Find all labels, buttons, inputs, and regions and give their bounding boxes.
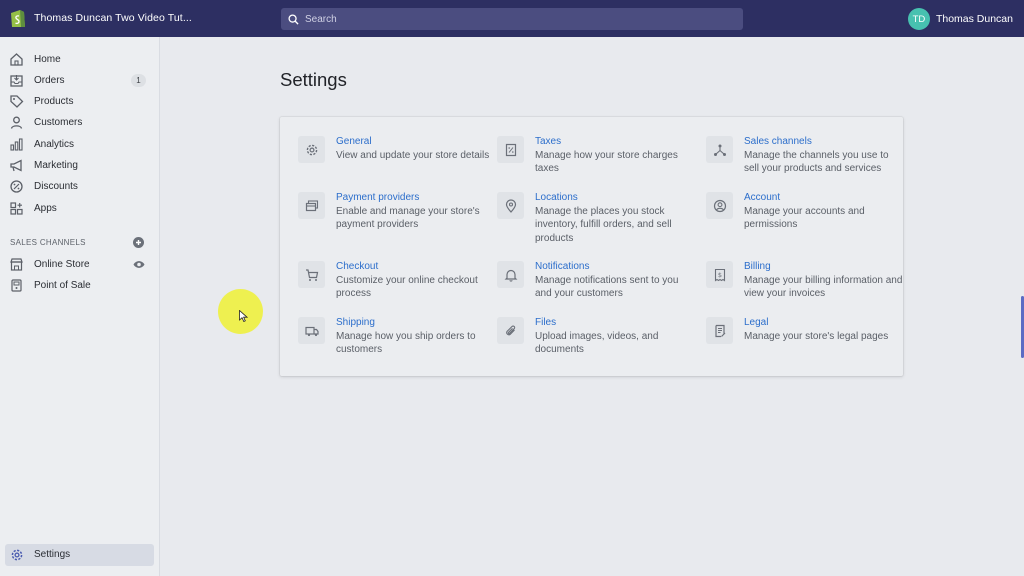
- setting-notifications[interactable]: Notifications Manage notifications sent …: [497, 261, 697, 311]
- search-icon: [288, 13, 299, 25]
- sidebar-item-orders[interactable]: Orders 1: [0, 70, 160, 91]
- setting-description: Manage how your store charges taxes: [535, 150, 678, 175]
- setting-account[interactable]: Account Manage your accounts and permiss…: [706, 192, 906, 242]
- sidebar-item-marketing[interactable]: Marketing: [0, 155, 160, 176]
- setting-title[interactable]: Checkout: [336, 261, 378, 272]
- user-name[interactable]: Thomas Duncan: [936, 13, 1013, 25]
- setting-description: Manage the places you stock inventory, f…: [535, 206, 672, 244]
- setting-title[interactable]: Payment providers: [336, 192, 419, 203]
- svg-text:$: $: [717, 271, 721, 279]
- setting-title[interactable]: General: [336, 136, 372, 147]
- pos-icon: [11, 279, 22, 292]
- bell-icon: [497, 261, 524, 288]
- setting-files[interactable]: Files Upload images, videos, and documen…: [497, 317, 697, 367]
- cart-icon: [298, 261, 325, 288]
- setting-description: Upload images, videos, and documents: [535, 331, 659, 356]
- account-icon: [706, 192, 733, 219]
- setting-description: Manage the channels you use to sell your…: [744, 150, 889, 175]
- eye-icon[interactable]: [133, 259, 145, 270]
- truck-icon: [298, 317, 325, 344]
- tag-icon: [10, 95, 24, 108]
- discount-icon: [10, 180, 23, 193]
- store-icon: [10, 258, 23, 271]
- gear-icon: [11, 549, 23, 561]
- setting-checkout[interactable]: Checkout Customize your online checkout …: [298, 261, 498, 311]
- setting-title[interactable]: Shipping: [336, 317, 375, 328]
- sidebar-item-point-of-sale[interactable]: Point of Sale: [0, 275, 160, 296]
- sidebar-item-label: Point of Sale: [34, 280, 91, 291]
- avatar[interactable]: TD: [907, 8, 930, 30]
- home-icon: [10, 53, 23, 66]
- setting-description: Manage your store's legal pages: [744, 331, 889, 342]
- sidebar: Home Orders 1 Products Customers Analyti…: [0, 37, 160, 576]
- sidebar-item-analytics[interactable]: Analytics: [0, 134, 160, 155]
- setting-sales-channels[interactable]: Sales channels Manage the channels you u…: [706, 136, 906, 186]
- setting-description: Customize your online checkout process: [336, 275, 478, 300]
- setting-title[interactable]: Files: [535, 317, 556, 328]
- sidebar-item-label: Online Store: [34, 259, 90, 270]
- sidebar-item-label: Home: [34, 54, 61, 65]
- sidebar-item-home[interactable]: Home: [0, 49, 160, 70]
- setting-shipping[interactable]: Shipping Manage how you ship orders to c…: [298, 317, 498, 367]
- sidebar-item-label: Products: [34, 96, 74, 107]
- setting-title[interactable]: Legal: [744, 317, 768, 328]
- sidebar-item-online-store[interactable]: Online Store: [0, 254, 160, 275]
- credit-card-icon: [298, 192, 325, 219]
- add-sales-channel-icon[interactable]: [133, 237, 144, 248]
- legal-icon: [706, 317, 733, 344]
- sidebar-item-discounts[interactable]: Discounts: [0, 176, 160, 197]
- search-input[interactable]: [305, 13, 725, 25]
- setting-title[interactable]: Sales channels: [744, 136, 812, 147]
- setting-title[interactable]: Taxes: [535, 136, 561, 147]
- user-menu[interactable]: TD Thomas Duncan: [907, 8, 1013, 30]
- sales-channels-heading: SALES CHANNELS: [10, 238, 86, 247]
- orders-count-badge: 1: [131, 74, 146, 87]
- sidebar-item-label: Discounts: [34, 181, 78, 192]
- sidebar-item-label: Apps: [34, 203, 57, 214]
- setting-description: Manage your accounts and permissions: [744, 206, 865, 231]
- sidebar-item-label: Analytics: [34, 139, 75, 150]
- location-pin-icon: [497, 192, 524, 219]
- paperclip-icon: [497, 317, 524, 344]
- gear-icon: [298, 136, 325, 163]
- apps-icon: [10, 202, 23, 215]
- page-title: Settings: [280, 69, 347, 90]
- setting-title[interactable]: Notifications: [535, 261, 589, 272]
- settings-card: General View and update your store detai…: [280, 117, 903, 376]
- setting-legal[interactable]: Legal Manage your store's legal pages: [706, 317, 906, 367]
- receipt-icon: [497, 136, 524, 163]
- setting-description: Manage your billing information and view…: [744, 275, 903, 300]
- sidebar-item-customers[interactable]: Customers: [0, 112, 160, 133]
- sidebar-item-label: Orders: [34, 75, 65, 86]
- setting-description: View and update your store details: [336, 150, 490, 161]
- setting-description: Manage how you ship orders to customers: [336, 331, 476, 356]
- sidebar-item-label: Settings: [34, 549, 71, 560]
- customer-icon: [10, 116, 23, 129]
- setting-billing[interactable]: $ Billing Manage your billing informatio…: [706, 261, 906, 311]
- setting-locations[interactable]: Locations Manage the places you stock in…: [497, 192, 697, 244]
- setting-title[interactable]: Billing: [744, 261, 771, 272]
- shopify-logo-icon[interactable]: [9, 9, 26, 28]
- setting-description: Enable and manage your store's payment p…: [336, 206, 480, 231]
- sidebar-item-settings[interactable]: Settings: [5, 544, 154, 566]
- channels-icon: [706, 136, 733, 163]
- bar-chart-icon: [10, 138, 23, 151]
- setting-payment-providers[interactable]: Payment providers Enable and manage your…: [298, 192, 498, 242]
- mouse-cursor-icon: [239, 310, 248, 322]
- top-bar: Thomas Duncan Two Video Tut... TD Thomas…: [0, 0, 1024, 37]
- setting-taxes[interactable]: Taxes Manage how your store charges taxe…: [497, 136, 697, 186]
- setting-title[interactable]: Locations: [535, 192, 578, 203]
- sidebar-item-label: Marketing: [34, 160, 78, 171]
- setting-description: Manage notifications sent to you and you…: [535, 275, 679, 300]
- store-name[interactable]: Thomas Duncan Two Video Tut...: [34, 12, 192, 24]
- setting-general[interactable]: General View and update your store detai…: [298, 136, 498, 186]
- sidebar-item-apps[interactable]: Apps: [0, 198, 160, 219]
- sidebar-item-products[interactable]: Products: [0, 91, 160, 112]
- billing-icon: $: [706, 261, 733, 288]
- sidebar-item-label: Customers: [34, 117, 83, 128]
- orders-icon: [10, 75, 23, 87]
- setting-title[interactable]: Account: [744, 192, 780, 203]
- megaphone-icon: [10, 159, 22, 172]
- search-bar[interactable]: [281, 8, 743, 30]
